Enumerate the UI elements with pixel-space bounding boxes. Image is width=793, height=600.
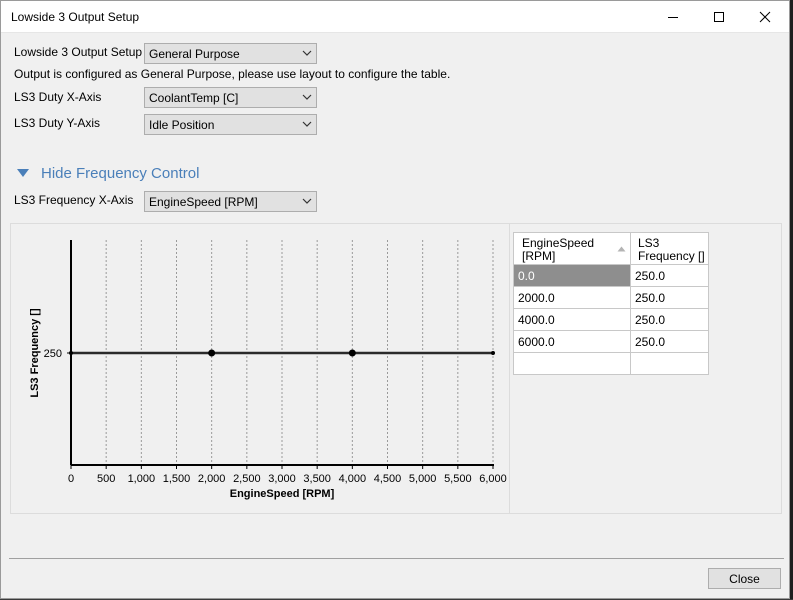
- table-header: EngineSpeed [RPM] LS3 Frequency []: [513, 232, 709, 265]
- y-tick-labels: 250: [44, 348, 71, 360]
- column-header-engine-speed[interactable]: EngineSpeed [RPM]: [513, 232, 631, 265]
- data-point[interactable]: [491, 351, 495, 355]
- table-row[interactable]: 0.0 250.0: [513, 265, 709, 287]
- x-tick-label: 4,500: [374, 473, 402, 485]
- table-cell-rpm[interactable]: 2000.0: [513, 287, 631, 309]
- table-cell-frequency[interactable]: 250.0: [631, 265, 709, 287]
- x-axis-title: EngineSpeed [RPM]: [230, 488, 335, 500]
- x-tick-label: 1,500: [163, 473, 191, 485]
- column-header-engine-speed-line2: [RPM]: [522, 249, 556, 263]
- table-new-row[interactable]: [513, 353, 709, 375]
- table-cell-rpm[interactable]: 0.0: [513, 265, 631, 287]
- x-tick-label: 4,000: [339, 473, 367, 485]
- x-tick-label: 3,500: [303, 473, 331, 485]
- table-cell-frequency[interactable]: 250.0: [631, 287, 709, 309]
- close-button-label: Close: [729, 571, 760, 586]
- x-tick-label: 3,000: [268, 473, 296, 485]
- table-row[interactable]: 6000.0 250.0: [513, 331, 709, 353]
- column-header-frequency-line2: Frequency []: [638, 249, 705, 263]
- dialog-window: Lowside 3 Output Setup Lowside 3 Output …: [0, 0, 790, 599]
- x-tick-label: 500: [97, 473, 115, 485]
- x-tick-label: 0: [68, 473, 74, 485]
- x-tick-label: 5,500: [444, 473, 472, 485]
- chart-series: [69, 349, 495, 357]
- table-cell-frequency[interactable]: 250.0: [631, 331, 709, 353]
- x-tick-label: 6,000: [479, 473, 507, 485]
- sort-arrow-icon: [617, 246, 626, 252]
- table-cell-frequency[interactable]: 250.0: [631, 309, 709, 331]
- table-cell-rpm[interactable]: 4000.0: [513, 309, 631, 331]
- table-cell-frequency-empty[interactable]: [631, 353, 709, 375]
- x-tick-label: 2,000: [198, 473, 226, 485]
- data-point[interactable]: [69, 351, 73, 355]
- x-tick-labels: 0 500 1,000 1,500 2,000 2,500 3,000 3,500 4,000 4…: [68, 465, 507, 485]
- table-row[interactable]: 2000.0 250.0: [513, 287, 709, 309]
- column-header-frequency[interactable]: LS3 Frequency []: [631, 232, 709, 265]
- y-tick-label: 250: [44, 348, 62, 360]
- close-button[interactable]: Close: [708, 568, 781, 589]
- table-row[interactable]: 4000.0 250.0: [513, 309, 709, 331]
- x-tick-label: 2,500: [233, 473, 261, 485]
- y-axis-title: LS3 Frequency []: [29, 308, 41, 398]
- footer-divider: [9, 558, 784, 559]
- table-cell-rpm-empty[interactable]: [513, 353, 631, 375]
- x-tick-label: 5,000: [409, 473, 437, 485]
- frequency-table: EngineSpeed [RPM] LS3 Frequency [] 0.0 2…: [513, 232, 709, 375]
- data-point[interactable]: [208, 349, 216, 357]
- table-cell-rpm[interactable]: 6000.0: [513, 331, 631, 353]
- x-tick-label: 1,000: [128, 473, 156, 485]
- data-point[interactable]: [348, 349, 356, 357]
